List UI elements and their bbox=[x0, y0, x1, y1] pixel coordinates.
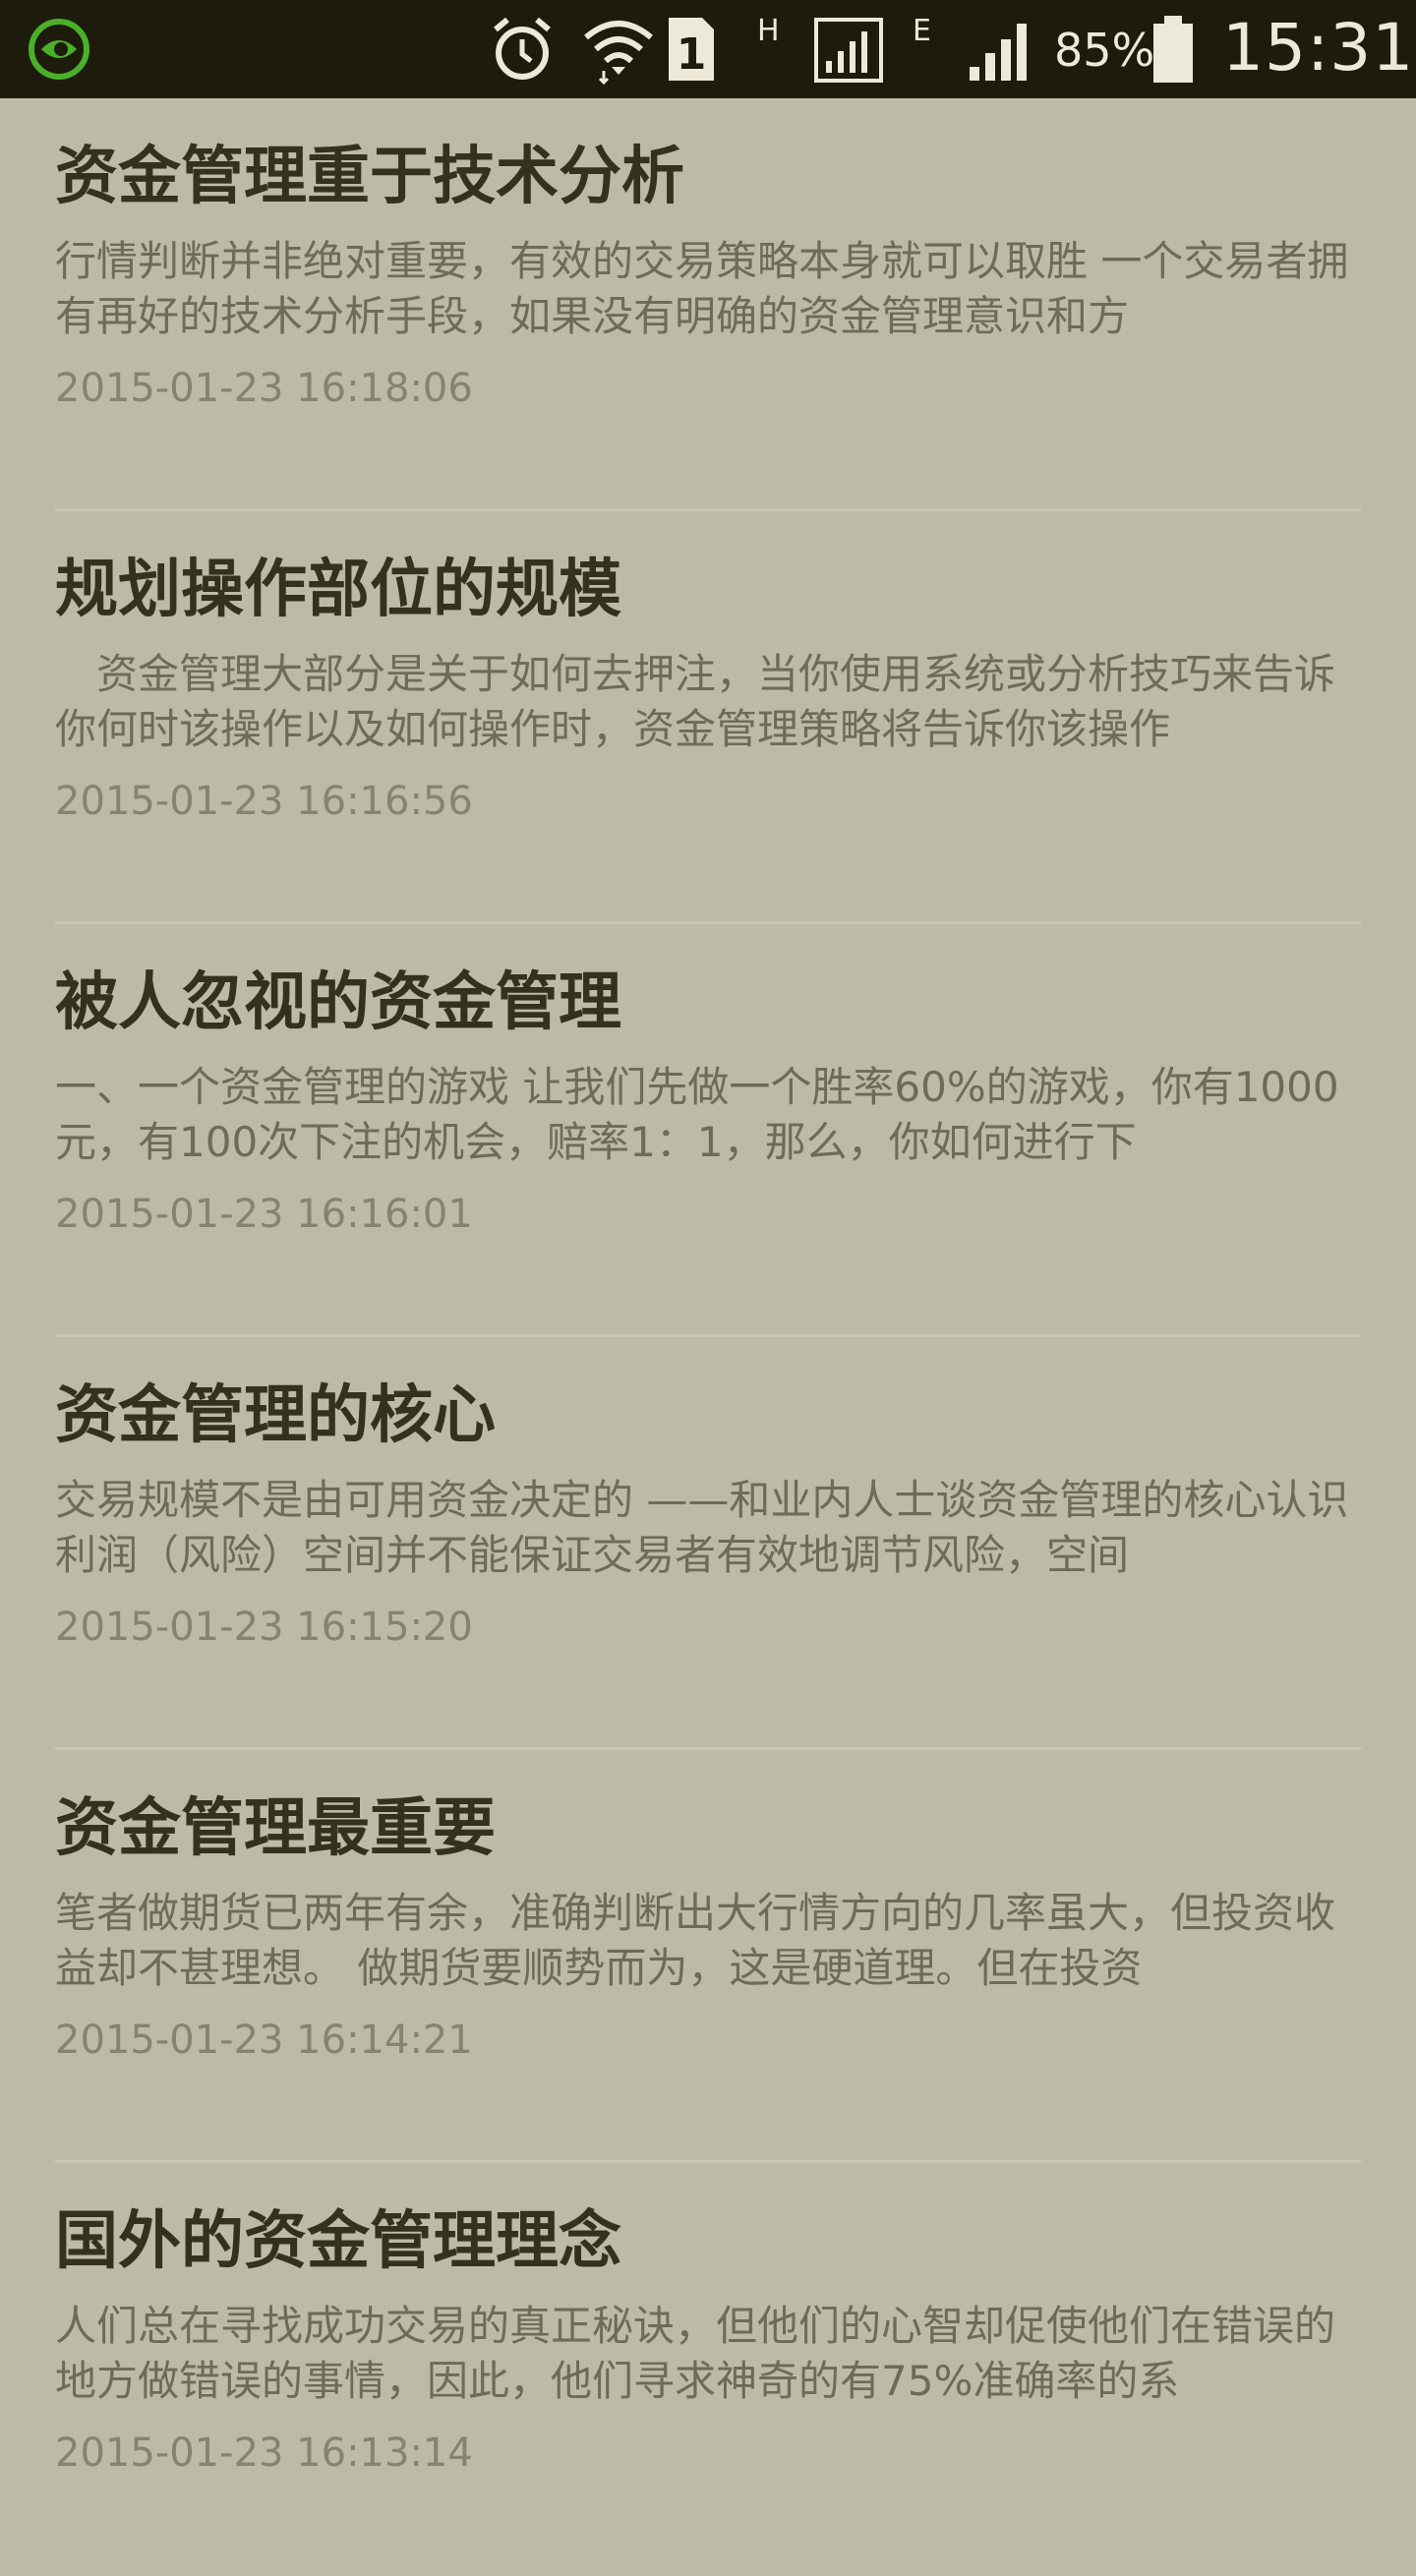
app-notification-icon bbox=[29, 19, 89, 80]
article-title: 国外的资金管理理念 bbox=[55, 2205, 621, 2278]
network-type-e: E bbox=[913, 14, 931, 48]
article-title: 被人忽视的资金管理 bbox=[55, 966, 621, 1039]
article-timestamp: 2015-01-23 16:16:01 bbox=[55, 1192, 473, 1237]
wifi-icon bbox=[584, 21, 653, 85]
article-summary: 资金管理大部分是关于如何去押注，当你使用系统或分析技巧来告诉你何时该操作以及如何… bbox=[55, 650, 1336, 753]
list-item[interactable]: 被人忽视的资金管理 一、一个资金管理的游戏 让我们先做一个胜率60%的游戏，你有… bbox=[55, 924, 1361, 1337]
article-summary: 笔者做期货已两年有余，准确判断出大行情方向的几率虽大，但投资收益却不甚理想。 做… bbox=[55, 1889, 1336, 1992]
list-item[interactable]: 资金管理最重要 笔者做期货已两年有余，准确判断出大行情方向的几率虽大，但投资收益… bbox=[55, 1750, 1361, 2163]
network-type-h: H bbox=[757, 14, 780, 48]
article-list[interactable]: 资金管理重于技术分析 行情判断并非绝对重要，有效的交易策略本身就可以取胜 一个交… bbox=[0, 98, 1416, 2576]
status-bar: 1 H E 85% 15:31 bbox=[0, 0, 1416, 98]
article-summary: 人们总在寻找成功交易的真正秘诀，但他们的心智却促使他们在错误的地方做错误的事情，… bbox=[55, 2302, 1336, 2405]
article-title: 规划操作部位的规模 bbox=[55, 554, 621, 626]
sim-slot-number: 1 bbox=[677, 29, 707, 80]
sim1-icon: 1 bbox=[669, 18, 714, 81]
alarm-icon bbox=[494, 17, 551, 80]
battery-icon bbox=[1153, 16, 1193, 83]
article-title: 资金管理的核心 bbox=[55, 1379, 496, 1452]
article-title: 资金管理最重要 bbox=[55, 1792, 496, 1865]
article-summary: 交易规模不是由可用资金决定的 ——和业内人士谈资金管理的核心认识利润（风险）空间… bbox=[55, 1476, 1349, 1579]
signal-h-icon bbox=[814, 18, 883, 83]
article-timestamp: 2015-01-23 16:14:21 bbox=[55, 2018, 473, 2063]
list-item[interactable]: 资金管理的核心 交易规模不是由可用资金决定的 ——和业内人士谈资金管理的核心认识… bbox=[55, 1337, 1361, 1750]
article-timestamp: 2015-01-23 16:18:06 bbox=[55, 366, 473, 411]
article-summary: 行情判断并非绝对重要，有效的交易策略本身就可以取胜 一个交易者拥有再好的技术分析… bbox=[55, 237, 1349, 340]
article-timestamp: 2015-01-23 16:15:20 bbox=[55, 1605, 473, 1650]
status-clock: 15:31 bbox=[1222, 10, 1415, 86]
signal-e-icon bbox=[970, 24, 1027, 81]
article-timestamp: 2015-01-23 16:16:56 bbox=[55, 779, 473, 824]
article-summary: 一、一个资金管理的游戏 让我们先做一个胜率60%的游戏，你有1000元，有100… bbox=[55, 1063, 1339, 1166]
list-item[interactable]: 国外的资金管理理念 人们总在寻找成功交易的真正秘诀，但他们的心智却促使他们在错误… bbox=[55, 2163, 1361, 2576]
battery-percent: 85% bbox=[1054, 24, 1155, 77]
article-title: 资金管理重于技术分析 bbox=[55, 141, 684, 213]
article-timestamp: 2015-01-23 16:13:14 bbox=[55, 2430, 473, 2476]
list-item[interactable]: 规划操作部位的规模 资金管理大部分是关于如何去押注，当你使用系统或分析技巧来告诉… bbox=[55, 511, 1361, 924]
list-item[interactable]: 资金管理重于技术分析 行情判断并非绝对重要，有效的交易策略本身就可以取胜 一个交… bbox=[55, 98, 1361, 511]
